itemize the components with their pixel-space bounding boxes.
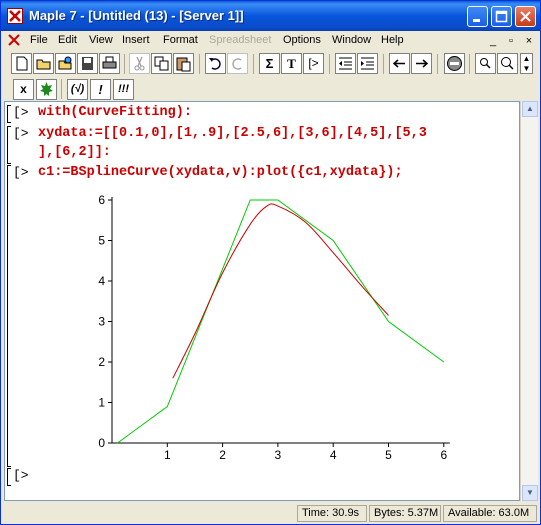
execute-button[interactable]: ! bbox=[90, 79, 111, 100]
vertical-scrollbar[interactable]: ▲ ▼ bbox=[520, 101, 538, 501]
text-input-button[interactable]: T bbox=[281, 53, 302, 74]
input-line[interactable]: with(CurveFitting): bbox=[38, 105, 192, 120]
y-tick-label: 3 bbox=[98, 315, 105, 329]
toolbar-separator bbox=[383, 54, 384, 74]
main-toolbar: Σ T [> ▲ ▼ bbox=[1, 51, 540, 76]
back-arrow-icon[interactable] bbox=[389, 53, 410, 74]
status-bytes: Bytes: 5.37M bbox=[369, 505, 441, 522]
group-bracket bbox=[7, 165, 11, 467]
scroll-up-icon[interactable]: ▲ bbox=[522, 101, 538, 117]
menu-insert[interactable]: Insert bbox=[122, 34, 150, 46]
zoom-in-icon[interactable] bbox=[475, 53, 496, 74]
indent-icon[interactable] bbox=[357, 53, 378, 74]
cut-icon[interactable] bbox=[129, 53, 150, 74]
forward-arrow-icon[interactable] bbox=[411, 53, 432, 74]
input-line[interactable]: xydata:=[[0.1,0],[1,.9],[2.5,6],[3,6],[4… bbox=[38, 126, 427, 141]
maximize-button[interactable] bbox=[491, 6, 512, 27]
open-url-icon[interactable] bbox=[55, 53, 76, 74]
plot-output[interactable]: 1 2 3 4 5 6 0 1 2 3 4 5 6 bbox=[85, 190, 465, 465]
math-input-button[interactable]: Σ bbox=[259, 53, 280, 74]
execute-all-button[interactable]: !!! bbox=[113, 79, 134, 100]
status-time: Time: 30.9s bbox=[297, 505, 367, 522]
y-tick-label: 0 bbox=[98, 436, 105, 450]
new-file-icon[interactable] bbox=[11, 53, 32, 74]
close-button[interactable] bbox=[515, 6, 536, 27]
menu-file[interactable]: File bbox=[30, 34, 48, 46]
menu-bar: File Edit View Insert Format Spreadsheet… bbox=[1, 31, 540, 50]
save-icon[interactable] bbox=[77, 53, 98, 74]
toolbar-separator bbox=[61, 79, 62, 99]
group-bracket bbox=[7, 126, 11, 164]
toolbar-separator bbox=[329, 54, 330, 74]
stop-icon[interactable] bbox=[444, 53, 465, 74]
bspline-curve-series bbox=[172, 203, 389, 379]
window-title: Maple 7 - [Untitled (13) - [Server 1]] bbox=[29, 8, 244, 23]
undo-icon[interactable] bbox=[205, 53, 226, 74]
toolbar-scroll-icon[interactable]: ▲ ▼ bbox=[520, 53, 533, 74]
menu-view[interactable]: View bbox=[89, 34, 113, 46]
group-bracket bbox=[7, 468, 11, 486]
doc-minimize-icon[interactable]: _ bbox=[485, 34, 501, 48]
context-toolbar: x (√) ! !!! bbox=[1, 77, 540, 101]
maple-leaf-icon[interactable] bbox=[36, 79, 57, 100]
maple-window: Maple 7 - [Untitled (13) - [Server 1]] F… bbox=[0, 0, 541, 525]
prompt: [> bbox=[13, 165, 29, 180]
empty-prompt[interactable]: [> bbox=[13, 468, 29, 483]
minimize-button[interactable] bbox=[467, 6, 488, 27]
zoom-out-icon[interactable] bbox=[497, 53, 518, 74]
x-tick-label: 5 bbox=[385, 448, 392, 462]
data-polyline-series bbox=[117, 199, 445, 444]
menu-window[interactable]: Window bbox=[332, 34, 371, 46]
y-tick-label: 6 bbox=[98, 193, 105, 207]
toolbar-separator bbox=[437, 54, 438, 74]
menu-options[interactable]: Options bbox=[283, 34, 321, 46]
scroll-down-icon[interactable]: ▼ bbox=[522, 485, 538, 501]
maple-app-icon[interactable] bbox=[7, 8, 23, 24]
x-tick-label: 6 bbox=[440, 448, 447, 462]
input-line[interactable]: ],[6,2]]: bbox=[38, 145, 111, 160]
insert-prompt-button[interactable]: [> bbox=[303, 53, 324, 74]
status-available: Available: 63.0M bbox=[443, 505, 537, 522]
toolbar-separator bbox=[469, 54, 470, 74]
x-tick-label: 3 bbox=[275, 448, 282, 462]
y-tick-label: 2 bbox=[98, 355, 105, 369]
open-folder-icon[interactable] bbox=[33, 53, 54, 74]
menu-spreadsheet: Spreadsheet bbox=[209, 34, 272, 46]
doc-restore-icon[interactable]: ▫ bbox=[503, 34, 519, 48]
x-tick-label: 1 bbox=[164, 448, 171, 462]
input-line[interactable]: c1:=BSplineCurve(xydata,v):plot({c1,xyda… bbox=[38, 165, 403, 180]
print-icon[interactable] bbox=[99, 53, 120, 74]
worksheet[interactable]: [> with(CurveFitting): [> xydata:=[[0.1,… bbox=[4, 101, 520, 501]
status-bar: Time: 30.9s Bytes: 5.37M Available: 63.0… bbox=[1, 503, 540, 524]
y-tick-label: 4 bbox=[98, 274, 105, 288]
toolbar-separator bbox=[253, 54, 254, 74]
maple-notation-button[interactable]: x bbox=[13, 79, 34, 100]
outdent-icon[interactable] bbox=[335, 53, 356, 74]
menu-format[interactable]: Format bbox=[163, 34, 198, 46]
document-icon[interactable] bbox=[7, 33, 21, 47]
check-syntax-button[interactable]: (√) bbox=[67, 79, 88, 100]
paste-icon[interactable] bbox=[173, 53, 194, 74]
toolbar-separator bbox=[199, 54, 200, 74]
prompt: [> bbox=[13, 126, 29, 141]
y-tick-label: 1 bbox=[98, 396, 105, 410]
group-bracket bbox=[7, 105, 11, 123]
redo-icon[interactable] bbox=[227, 53, 248, 74]
x-tick-label: 4 bbox=[330, 448, 337, 462]
menu-help[interactable]: Help bbox=[381, 34, 404, 46]
menu-edit[interactable]: Edit bbox=[58, 34, 77, 46]
prompt: [> bbox=[13, 105, 29, 120]
toolbar-separator bbox=[124, 54, 125, 74]
y-tick-label: 5 bbox=[98, 234, 105, 248]
doc-close-icon[interactable]: × bbox=[521, 34, 537, 48]
title-bar[interactable]: Maple 7 - [Untitled (13) - [Server 1]] bbox=[1, 1, 540, 31]
copy-icon[interactable] bbox=[151, 53, 172, 74]
x-tick-label: 2 bbox=[219, 448, 226, 462]
